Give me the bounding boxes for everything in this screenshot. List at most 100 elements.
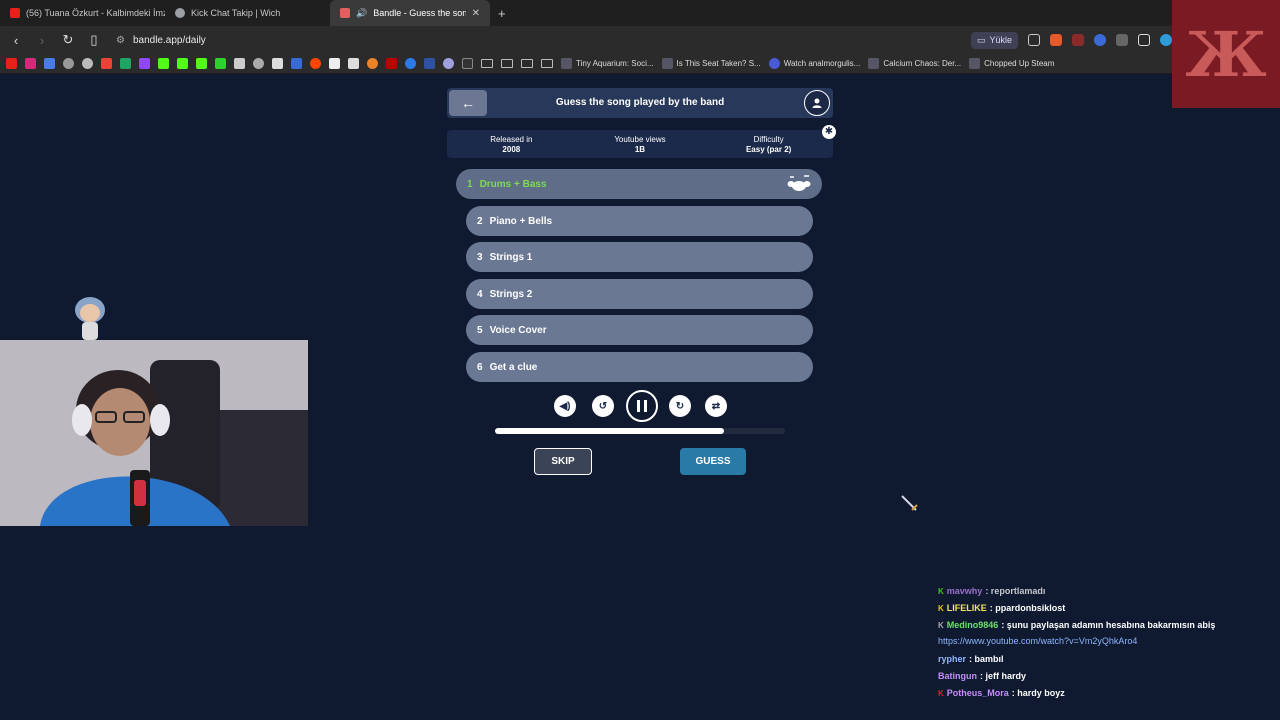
settings-bookmark-icon[interactable] [63, 58, 74, 69]
bookmark-label: Is This Seat Taken? S... [676, 59, 761, 68]
instagram-bookmark-icon[interactable] [25, 58, 36, 69]
bookmark-calcium-chaos[interactable]: Calcium Chaos: Der... [868, 58, 961, 69]
folder-icon[interactable] [501, 59, 513, 68]
tab-bandle[interactable]: 🔊 Bandle - Guess the song, one ✕ [330, 0, 490, 26]
webcam-feed [0, 340, 308, 526]
watch-icon [768, 58, 780, 69]
amazon-bookmark-icon[interactable] [348, 58, 359, 69]
steam-icon [868, 58, 880, 69]
back-icon[interactable]: ‹ [8, 33, 24, 48]
round-1[interactable]: 1 Drums + Bass [456, 169, 822, 199]
dark-bookmark-icon[interactable] [462, 58, 473, 69]
chat-link[interactable]: https://www.youtube.com/watch?v=Vm2yQhkA… [938, 636, 1137, 646]
site-info-icon[interactable]: ⚙ [116, 35, 125, 46]
page-title: Guess the song played by the band [555, 97, 725, 108]
bookmark-seat-taken[interactable]: Is This Seat Taken? S... [661, 58, 761, 69]
blue-bookmark-icon[interactable] [291, 58, 302, 69]
round-6-clue[interactable]: 6 Get a clue [466, 352, 813, 382]
tab-kick-chat[interactable]: Kick Chat Takip | Wich [165, 0, 330, 26]
round-label: Get a clue [489, 361, 538, 373]
skip-button[interactable]: SKIP [534, 448, 592, 475]
mal-bookmark-icon[interactable] [424, 58, 435, 69]
chrome-bookmark-icon[interactable] [82, 58, 93, 69]
round-number: 1 [467, 178, 473, 190]
chat-message: K LIFELIKE : ppardonbsiklost [938, 603, 1065, 613]
tab-youtube[interactable]: (56) Tuana Özkurt - Kalbimdeki İmza [0, 0, 165, 26]
round-2[interactable]: 2 Piano + Bells [466, 206, 813, 236]
playback-progress-bar[interactable] [495, 428, 785, 434]
coin-bookmark-icon[interactable] [367, 58, 378, 69]
round-number: 2 [477, 215, 483, 227]
bookmark-chopped-up[interactable]: Chopped Up Steam [969, 58, 1054, 69]
brave-shield-icon[interactable] [1050, 34, 1062, 46]
gmail-bookmark-icon[interactable] [101, 58, 112, 69]
tab-title: Bandle - Guess the song, one [373, 8, 466, 18]
reddit-bookmark-icon[interactable] [310, 58, 321, 69]
info-value: 1B [634, 144, 646, 154]
profile-icon[interactable] [1160, 34, 1172, 46]
bookmark-icon[interactable]: ▯ [86, 32, 102, 48]
bookmark-tiny-aquarium[interactable]: Tiny Aquarium: Soci... [561, 58, 654, 69]
chat-user[interactable]: LIFELIKE [947, 603, 987, 613]
round-4[interactable]: 4 Strings 2 [466, 279, 813, 309]
extension-icon[interactable] [1072, 34, 1084, 46]
x-bookmark-icon[interactable] [272, 58, 283, 69]
cast-icon[interactable] [1094, 34, 1106, 46]
round-3[interactable]: 3 Strings 1 [466, 242, 813, 272]
volume-icon: ◀) [559, 400, 571, 412]
chat-text: : reportlamadı [985, 586, 1046, 596]
new-tab-button[interactable]: + [490, 6, 514, 21]
kick-alt-bookmark-icon[interactable] [215, 58, 226, 69]
bookmark-watch[interactable]: Watch analmorgulis... [768, 58, 860, 69]
anchor-bookmark-icon[interactable] [234, 58, 245, 69]
chat-text: : bambıl [969, 654, 1004, 664]
drive-bookmark-icon[interactable] [120, 58, 131, 69]
red-bookmark-icon[interactable] [386, 58, 397, 69]
upload-button[interactable]: ▭ Yükle [970, 31, 1018, 49]
close-tab-icon[interactable]: ✕ [472, 8, 480, 19]
chat-user[interactable]: Potheus_Mora [947, 688, 1009, 698]
kick-bookmark-icon[interactable] [177, 58, 188, 69]
kick-bookmark-icon[interactable] [196, 58, 207, 69]
share-icon[interactable] [1028, 34, 1040, 46]
forward-5-button[interactable]: ↻ [669, 395, 691, 417]
camera-icon[interactable] [1138, 34, 1150, 46]
info-views: Youtube views 1B [585, 135, 695, 154]
chat-user[interactable]: rypher [938, 654, 966, 664]
chat-user[interactable]: mavwhy [947, 586, 983, 596]
chat-user[interactable]: Batingun [938, 671, 977, 681]
folder-icon[interactable] [521, 59, 533, 68]
youtube-bookmark-icon[interactable] [6, 58, 17, 69]
steam-bookmark-icon[interactable] [253, 58, 264, 69]
guess-button[interactable]: GUESS [680, 448, 746, 475]
purple-bookmark-icon[interactable] [443, 58, 454, 69]
forward-icon[interactable]: › [34, 33, 50, 48]
reload-icon[interactable]: ↻ [60, 32, 76, 48]
folder-icon[interactable] [541, 59, 553, 68]
profile-button[interactable] [804, 90, 830, 116]
volume-button[interactable]: ◀) [554, 395, 576, 417]
loop-off-button[interactable]: ⇄ [705, 395, 727, 417]
round-number: 6 [477, 361, 483, 373]
p-bookmark-icon[interactable] [329, 58, 340, 69]
settings-gear-icon[interactable]: ✱ [822, 125, 836, 139]
kick-bookmark-icon[interactable] [158, 58, 169, 69]
round-label: Voice Cover [489, 324, 547, 336]
url-field[interactable]: ⚙ bandle.app/daily [112, 29, 961, 51]
translate-bookmark-icon[interactable] [44, 58, 55, 69]
folder-icon[interactable] [481, 59, 493, 68]
chat-message: K mavwhy : reportlamadı [938, 586, 1045, 596]
round-number: 3 [477, 251, 483, 263]
rewind-5-icon: ↺ [598, 400, 608, 412]
extensions-puzzle-icon[interactable] [1116, 34, 1128, 46]
kick-badge-icon: K [938, 586, 944, 596]
chat-message: Batingun : jeff hardy [938, 671, 1026, 681]
chat-text: : hardy boyz [1011, 688, 1065, 698]
pause-button[interactable] [626, 390, 658, 422]
round-5[interactable]: 5 Voice Cover [466, 315, 813, 345]
twitch-bookmark-icon[interactable] [139, 58, 150, 69]
chat-user[interactable]: Medino9846 [947, 620, 999, 630]
rewind-5-button[interactable]: ↺ [592, 395, 614, 417]
play-bookmark-icon[interactable] [405, 58, 416, 69]
speaker-icon[interactable]: 🔊 [356, 8, 367, 19]
